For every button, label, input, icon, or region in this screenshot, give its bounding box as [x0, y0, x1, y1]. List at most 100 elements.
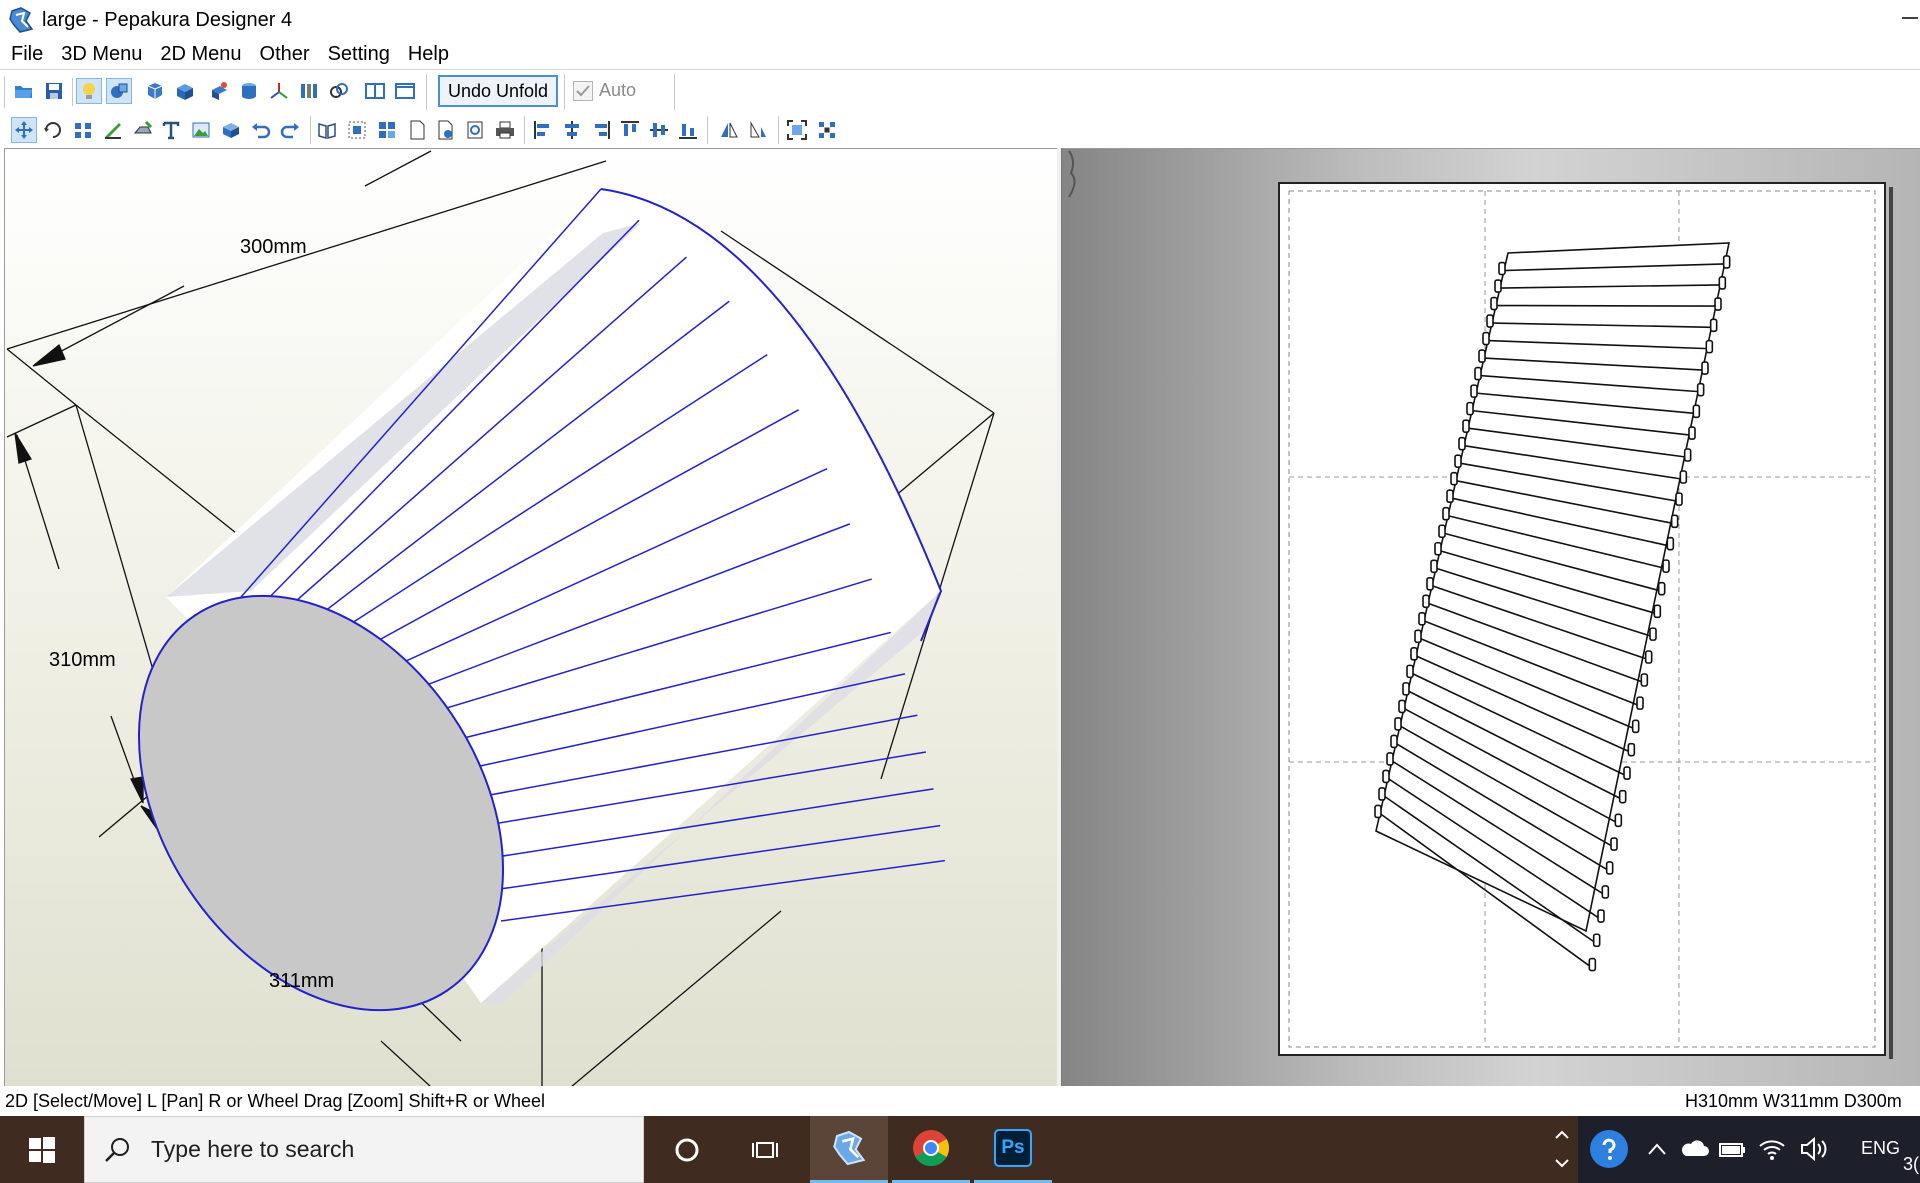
taskbar-search[interactable]: Type here to search — [84, 1116, 644, 1183]
glue-tab — [1498, 261, 1506, 276]
glue-tab — [1410, 647, 1418, 661]
help-icon[interactable] — [1590, 1130, 1628, 1168]
print-icon[interactable] — [492, 117, 518, 143]
taskbar-scroll[interactable] — [1548, 1124, 1576, 1174]
align-right-icon[interactable] — [588, 117, 614, 143]
menu-setting[interactable]: Setting — [317, 43, 397, 66]
assembly-icon[interactable] — [218, 117, 244, 143]
page-settings-icon[interactable] — [432, 117, 458, 143]
view-link-icon[interactable] — [326, 78, 352, 104]
print-preview-icon[interactable] — [462, 117, 488, 143]
title-bar: large - Pepakura Designer 4 — [0, 0, 1920, 40]
image-icon[interactable] — [188, 117, 214, 143]
chrome-icon[interactable] — [892, 1116, 970, 1183]
align-top-icon[interactable] — [617, 117, 643, 143]
view-2d[interactable] — [1061, 148, 1920, 1086]
glue-tab — [1610, 837, 1618, 851]
arrange-icon[interactable] — [344, 117, 370, 143]
glue-tab — [1666, 536, 1675, 551]
align-center-icon[interactable] — [559, 117, 585, 143]
wifi-icon[interactable] — [1758, 1136, 1786, 1162]
separator — [426, 74, 427, 110]
cylinder-icon[interactable] — [236, 78, 262, 104]
flip-v-icon[interactable] — [745, 117, 771, 143]
glue-tab — [1466, 401, 1474, 416]
glue-tab — [1705, 339, 1714, 354]
onedrive-icon[interactable] — [1680, 1136, 1710, 1160]
menu-help[interactable]: Help — [397, 43, 456, 66]
model-3d-canvas[interactable] — [5, 149, 1057, 1086]
start-button[interactable] — [0, 1116, 84, 1183]
pepakura-app-icon — [9, 7, 34, 33]
cortana-icon[interactable] — [648, 1116, 726, 1183]
minimize-icon[interactable] — [1900, 8, 1920, 28]
glue-tab — [1701, 361, 1709, 375]
page-curl-icon — [1068, 150, 1076, 198]
glue-tab — [1640, 673, 1649, 687]
flap-icon[interactable] — [130, 117, 156, 143]
pepakura-icon[interactable] — [810, 1116, 888, 1183]
auto-checkbox-box[interactable] — [573, 80, 593, 101]
glue-tab — [1683, 448, 1692, 462]
unfold-2d-canvas[interactable] — [1062, 149, 1920, 1086]
align-middle-icon[interactable] — [646, 117, 672, 143]
save-icon[interactable] — [41, 78, 67, 104]
unfold-icon[interactable] — [142, 78, 168, 104]
battery-icon[interactable] — [1718, 1136, 1748, 1162]
open-icon[interactable] — [11, 78, 37, 104]
view-3d[interactable]: 300mm 310mm 311mm — [4, 148, 1057, 1086]
split-view-icon[interactable] — [362, 78, 388, 104]
photoshop-icon[interactable]: Ps — [974, 1116, 1052, 1183]
fold-icon[interactable] — [206, 78, 232, 104]
glue-tab — [1662, 559, 1670, 573]
rotate-icon[interactable] — [40, 117, 66, 143]
redo-icon[interactable] — [277, 117, 303, 143]
single-view-icon[interactable] — [392, 78, 418, 104]
chevron-up-icon[interactable] — [1646, 1140, 1668, 1158]
layout-icon[interactable] — [374, 117, 400, 143]
separator — [778, 116, 779, 144]
glue-tab — [1675, 492, 1683, 506]
undo-icon[interactable] — [248, 117, 274, 143]
separator — [310, 116, 311, 144]
clock[interactable]: 3( — [1903, 1154, 1919, 1175]
auto-checkbox[interactable]: Auto — [573, 80, 636, 101]
textures-icon[interactable] — [106, 78, 132, 104]
fit-icon[interactable] — [784, 117, 810, 143]
align-bottom-icon[interactable] — [675, 117, 701, 143]
shading-icon[interactable] — [172, 78, 198, 104]
menu-file[interactable]: File — [0, 43, 50, 66]
select-move-icon[interactable] — [11, 117, 37, 143]
status-dimensions: H310mm W311mm D300m — [1685, 1091, 1902, 1111]
book-icon[interactable] — [314, 117, 340, 143]
glue-tab — [1446, 489, 1454, 504]
glue-tab — [1386, 752, 1394, 766]
edge-edit-icon[interactable] — [100, 117, 126, 143]
menu-2d[interactable]: 2D Menu — [149, 43, 248, 66]
glue-tab — [1692, 404, 1701, 419]
task-view-icon[interactable] — [726, 1116, 804, 1183]
flip-h-icon[interactable] — [716, 117, 742, 143]
language-indicator[interactable]: ENG — [1861, 1138, 1900, 1159]
separator — [564, 74, 565, 110]
join-icon[interactable] — [70, 117, 96, 143]
system-tray: ENG 3( — [1578, 1116, 1920, 1183]
glue-tab — [1605, 861, 1614, 875]
edges-icon[interactable] — [296, 78, 322, 104]
glue-tab — [1382, 769, 1390, 784]
align-left-icon[interactable] — [530, 117, 556, 143]
zoom-all-icon[interactable] — [814, 117, 840, 143]
windows-icon — [29, 1136, 55, 1163]
light-icon[interactable] — [76, 78, 102, 104]
axis-icon[interactable] — [266, 78, 292, 104]
glue-tab — [1631, 719, 1640, 734]
volume-icon[interactable] — [1798, 1136, 1828, 1162]
chevron-up-down-icon — [1555, 1130, 1569, 1168]
glue-tab — [1398, 699, 1406, 714]
undo-unfold-button[interactable]: Undo Unfold — [438, 75, 558, 107]
menu-3d[interactable]: 3D Menu — [50, 43, 149, 66]
glue-tab — [1597, 909, 1605, 923]
text-icon[interactable] — [158, 117, 184, 143]
menu-other[interactable]: Other — [249, 43, 317, 66]
page-icon[interactable] — [404, 117, 430, 143]
